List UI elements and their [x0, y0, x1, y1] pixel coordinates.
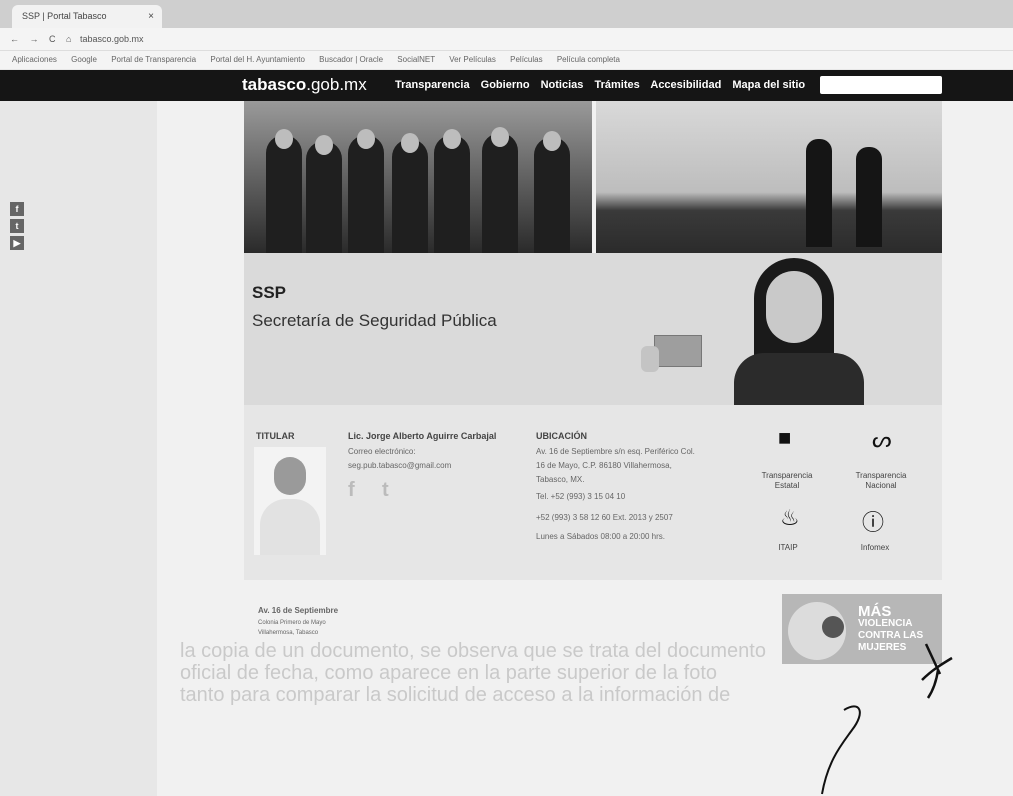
menu-item-accesibilidad[interactable]: Accesibilidad	[650, 79, 721, 91]
department-banner: SSP Secretaría de Seguridad Pública	[244, 253, 942, 408]
tab-title: SSP | Portal Tabasco	[22, 11, 107, 21]
swirl-icon[interactable]: ᔕ	[872, 427, 892, 453]
bookmark-item[interactable]: Portal de Transparencia	[111, 55, 196, 64]
url-field[interactable]: tabasco.gob.mx	[80, 28, 144, 50]
menu-item-tramites[interactable]: Trámites	[594, 79, 639, 91]
hero-photo-shooting-range	[596, 101, 942, 253]
document-line: la copia de un documento, se observa que…	[180, 640, 766, 662]
twitter-icon[interactable]: t	[10, 219, 24, 233]
menu-item-gobierno[interactable]: Gobierno	[481, 79, 530, 91]
menu-item-mapa[interactable]: Mapa del sitio	[732, 79, 805, 91]
campaign-line: VIOLENCIA	[858, 618, 913, 629]
titular-name: Lic. Jorge Alberto Aguirre Carbajal	[348, 431, 497, 441]
logo-domain: .gob.mx	[306, 75, 367, 94]
bookmark-item[interactable]: Película completa	[557, 55, 620, 64]
info-section: TITULAR Lic. Jorge Alberto Aguirre Carba…	[244, 405, 942, 580]
handwritten-mark	[921, 643, 953, 699]
banner-photo	[641, 253, 884, 408]
transparencia-nacional-link[interactable]: Transparencia Nacional	[846, 471, 916, 491]
site-navbar: tabasco.gob.mx Transparencia Gobierno No…	[0, 70, 1013, 101]
twitter-icon[interactable]: t	[382, 479, 389, 502]
bookmark-item[interactable]: Portal del H. Ayuntamiento	[210, 55, 305, 64]
bookmark-item[interactable]: Ver Películas	[449, 55, 496, 64]
menu-item-transparencia[interactable]: Transparencia	[395, 79, 470, 91]
browser-tab[interactable]: SSP | Portal Tabasco ×	[12, 5, 162, 28]
department-abbr: SSP	[252, 283, 287, 302]
titular-photo	[254, 447, 326, 555]
social-sidebar: f t ▶	[10, 202, 24, 253]
site-logo[interactable]: tabasco.gob.mx	[242, 75, 367, 95]
email-label: Correo electrónico:	[348, 447, 416, 456]
menu-item-noticias[interactable]: Noticias	[541, 79, 584, 91]
email-link[interactable]: seg.pub.tabasco@gmail.com	[348, 459, 451, 473]
bookmark-item[interactable]: SocialNET	[397, 55, 435, 64]
hero-photo-officers	[244, 101, 592, 253]
document-line: oficial de fecha, como aparece en la par…	[180, 662, 717, 684]
campaign-line: MÁS	[858, 603, 892, 620]
browser-tab-bar: SSP | Portal Tabasco ×	[0, 0, 1013, 28]
facebook-icon[interactable]: f	[348, 479, 355, 502]
hours-line: Lunes a Sábados 08:00 a 20:00 hrs.	[536, 532, 665, 541]
address-line: 16 de Mayo, C.P. 86180 Villahermosa,	[536, 461, 672, 470]
itaip-icon[interactable]: ♨	[780, 505, 800, 531]
bookmark-item[interactable]: Películas	[510, 55, 542, 64]
document-line: tanto para comparar la solicitud de acce…	[180, 684, 731, 706]
titular-label: TITULAR	[256, 431, 295, 441]
address-bar: ← → C ⌂ tabasco.gob.mx	[0, 28, 1013, 51]
transparencia-estatal-link[interactable]: Transparencia Estatal	[756, 471, 818, 491]
infomex-icon[interactable]: ⓘ	[862, 505, 884, 537]
tab-close-icon[interactable]: ×	[148, 5, 154, 28]
document-icon[interactable]: ■	[778, 425, 791, 451]
bookmark-item[interactable]: Aplicaciones	[12, 55, 57, 64]
youtube-icon[interactable]: ▶	[10, 236, 24, 250]
main-menu: Transparencia Gobierno Noticias Trámites…	[395, 79, 813, 91]
infomex-link[interactable]: Infomex	[852, 543, 898, 553]
nav-buttons[interactable]: ← → C ⌂	[10, 28, 75, 50]
address-line: Av. 16 de Septiembre s/n esq. Periférico…	[536, 447, 695, 456]
bookmarks-bar: Aplicaciones Google Portal de Transparen…	[0, 51, 1013, 69]
itaip-link[interactable]: ITAIP	[768, 543, 808, 553]
footer-address: Villahermosa, Tabasco	[258, 630, 319, 636]
ubicacion-label: UBICACIÓN	[536, 431, 587, 441]
address-line: Tabasco, MX.	[536, 475, 585, 484]
search-input[interactable]	[820, 76, 942, 94]
department-title: Secretaría de Seguridad Pública	[252, 311, 497, 330]
phone-line: Tel. +52 (993) 3 15 04 10	[536, 492, 626, 501]
document-background-text: la copia de un documento, se observa que…	[180, 640, 1013, 706]
phone-line: +52 (993) 3 58 12 60 Ext. 2013 y 2507	[536, 513, 673, 522]
logo-bold: tabasco	[242, 75, 307, 94]
bookmark-item[interactable]: Google	[71, 55, 97, 64]
handwritten-signature	[821, 705, 861, 795]
facebook-icon[interactable]: f	[10, 202, 24, 216]
bookmark-item[interactable]: Buscador | Oracle	[319, 55, 383, 64]
